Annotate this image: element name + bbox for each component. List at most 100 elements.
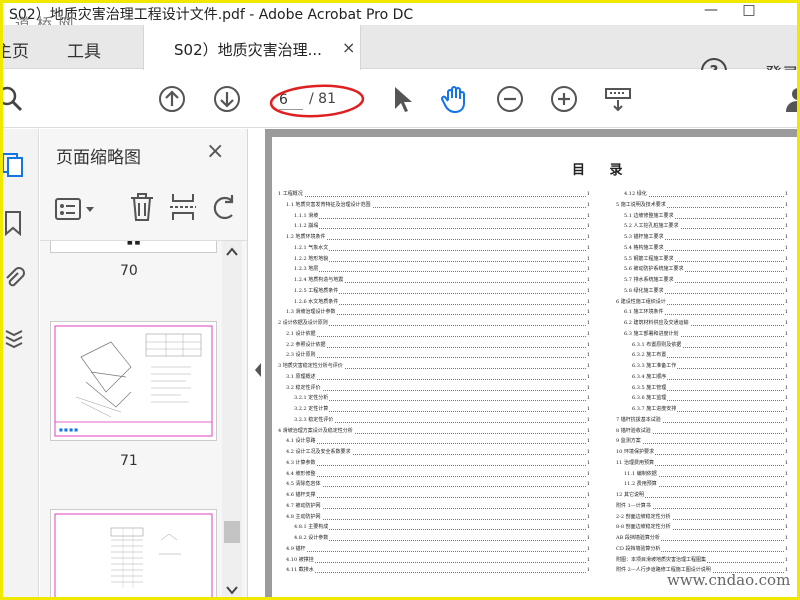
tab-close-icon[interactable]: × [342,38,355,57]
toc-entry[interactable]: 6.3.3 施工准备工作 1 [632,362,788,371]
toc-entry[interactable]: 1.1.2 崩塌 1 [294,222,590,232]
layers-icon[interactable] [3,323,25,351]
toc-entry[interactable]: 4.6 锚杆支撑 1 [286,491,590,500]
toc-entry[interactable]: 3.2.3 稳定性评价 1 [294,415,590,425]
toc-entry[interactable]: 11 治理费用预算 1 [616,458,788,468]
toc-entry[interactable]: 5.3 锚杆施工要求 1 [624,233,788,242]
toc-entry[interactable]: 6.3.6 施工监理 1 [632,394,788,404]
zoom-in-icon[interactable] [549,84,579,114]
tab-document[interactable]: S02）地质灾害治理... × [143,25,361,70]
toc-entry[interactable]: 4.11 截排水 1 [286,566,590,576]
toc-entry[interactable]: 11.1 编制依据 1 [624,469,788,479]
attachment-icon[interactable] [3,265,25,293]
toc-entry[interactable]: 1.2.6 水文地质条件 1 [294,297,590,307]
toc-entry[interactable]: 12 其它说明 1 [616,491,788,500]
toc-entry[interactable]: 5.7 排水系统施工要求 1 [624,276,788,285]
toc-entry[interactable]: 4.9 锚杆 1 [286,544,590,554]
tab-home[interactable]: 主页 [3,37,29,62]
page-thumbnails-icon[interactable] [3,151,25,179]
toc-entry[interactable]: AB 段挡墙验算分析 1 [616,534,788,543]
toc-entry[interactable]: 6.3.4 施工顺序 1 [632,372,788,382]
toc-entry[interactable]: 6.3.5 施工管理 1 [632,383,788,393]
panel-close-icon[interactable]: × [206,139,224,164]
toc-entry[interactable]: 3.1 原理概述 1 [286,372,590,382]
rotate-icon[interactable] [210,193,240,223]
thumbnail-page-71[interactable]: ■ ■ ■ ■ [50,321,217,441]
toc-entry[interactable]: 附件 1—计算书 1 [616,501,788,511]
toc-entry[interactable]: 6.3.1 布置原则及依据 1 [632,340,788,350]
toc-entry[interactable]: 2.1 设计依据 1 [286,329,590,339]
toc-entry[interactable]: 4.7 被动防护网 1 [286,501,590,511]
toc-entry[interactable]: 10 环境保护要求 1 [616,448,788,457]
toc-entry[interactable]: 5.1 边坡修整施工要求 1 [624,211,788,221]
document-view[interactable]: 目 录 1 工程概况 1 1.1 地质灾害发育特征及治理设计范围 1 1.1.1 滑坡 1… [265,129,797,597]
toc-entry[interactable]: 6.3.7 施工进度安排 1 [632,405,788,414]
scrollbar-thumb[interactable] [224,521,240,543]
toc-entry[interactable]: 6.1 施工环境条件 1 [624,308,788,318]
toc-entry[interactable]: 11.2 费用预算 1 [624,480,788,490]
hand-tool-icon[interactable] [439,84,469,114]
minimize-button[interactable]: — [693,3,729,25]
toc-entry[interactable]: 2 设计依据及设计原则 1 [278,319,590,328]
toc-entry[interactable]: 3.2.1 定性分析 1 [294,394,590,404]
thumbnail-page-72[interactable] [50,509,217,597]
toc-entry[interactable]: 1.2.1 气象水文 1 [294,243,590,253]
toc-entry[interactable]: 1.1.1 滑坡 1 [294,211,590,221]
toc-entry[interactable]: 1.1 地质灾害发育特征及治理设计范围 1 [286,200,590,210]
toc-entry[interactable]: 1 工程概况 1 [278,190,590,199]
toc-entry[interactable]: 5.5 钢筋工程施工要求 1 [624,254,788,264]
search-icon[interactable] [0,84,25,114]
toc-entry[interactable]: 5.4 格构施工要求 1 [624,243,788,253]
toc-entry[interactable]: 5 施工说明及技术要求 1 [616,200,788,210]
toc-entry[interactable]: 4 滑坡治理方案设计及稳定性分析 1 [278,426,590,436]
toc-entry[interactable]: 1.2.5 工程地质条件 1 [294,286,590,296]
toc-entry[interactable]: 5.6 被动防护系统施工要求 1 [624,265,788,275]
toc-entry[interactable]: 4.8.2 设计参数 1 [294,534,590,543]
toc-entry[interactable]: 3.2 稳定性评价 1 [286,383,590,393]
delete-icon[interactable] [128,191,156,223]
toc-entry[interactable]: CD 段挡墙验算分析 1 [616,544,788,554]
toc-entry[interactable]: 6.2 建筑材料供应及交通运输 1 [624,319,788,328]
toc-entry[interactable]: 1.3 滑坡治理设计参数 1 [286,308,590,318]
toc-entry[interactable]: 4.3 计算参数 1 [286,458,590,468]
toc-entry[interactable]: 4.10 被撑挂 1 [286,555,590,565]
toc-entry[interactable]: 8 锚杆验收试验 1 [616,426,788,436]
toc-entry[interactable]: 4.8 主动防护网 1 [286,512,590,522]
user-icon[interactable] [783,84,800,114]
toc-entry[interactable]: 8-8 剖面边坡稳定性分析 1 [616,523,788,533]
toc-entry[interactable]: 4.5 清除危岩体 1 [286,480,590,490]
toc-entry[interactable]: 4.2 设计工况及安全系数要求 1 [286,448,590,457]
toc-entry[interactable]: 4.4 坡形修整 1 [286,469,590,479]
prev-page-icon[interactable] [157,84,187,114]
toc-entry[interactable]: 7 锚杆抗拔基本试验 1 [616,415,788,425]
collapse-panel-icon[interactable] [253,361,263,379]
next-page-icon[interactable] [212,84,242,114]
toc-entry[interactable]: 6.3 施工部署和进度计划 1 [624,329,788,339]
tab-tools[interactable]: 工具 [67,37,101,62]
toc-entry[interactable]: 2.3 设计原则 1 [286,351,590,361]
options-menu-icon[interactable] [54,197,100,223]
bookmarks-icon[interactable] [3,209,25,237]
scroll-up-icon[interactable] [226,247,238,257]
toc-entry[interactable]: 1.2.4 地质构造与地震 1 [294,276,590,285]
toc-entry[interactable]: 4.1 设计思路 1 [286,437,590,447]
thumbnail-page-70[interactable]: ■ ■ [50,241,217,253]
toc-entry[interactable]: 4.12 绿化 1 [624,190,788,199]
toc-entry[interactable]: 2.2 参照设计依据 1 [286,340,590,350]
toc-entry[interactable]: 1.2 地质环境条件 1 [286,233,590,242]
zoom-out-icon[interactable] [495,84,525,114]
toc-entry[interactable]: 5.8 绿化施工要求 1 [624,286,788,296]
toc-entry[interactable]: 3.2.2 定性计算 1 [294,405,590,414]
toc-entry[interactable]: 1.2.3 地层 1 [294,265,590,275]
toc-entry[interactable]: 4.8.1 主要构成 1 [294,523,590,533]
select-cursor-icon[interactable] [387,84,417,114]
scroll-down-icon[interactable] [226,585,238,595]
maximize-button[interactable]: □ [731,3,767,25]
thumbnail-scrollbar[interactable] [222,241,242,597]
toc-entry[interactable]: 附图：本项目滑坡地质灾害治理工程图集 1 [616,555,788,565]
toc-entry[interactable]: 5.2 人工挖孔桩施工要求 1 [624,222,788,232]
split-page-icon[interactable] [170,191,196,223]
toc-entry[interactable]: 3 地质灾害稳定性分析与评价 1 [278,362,590,371]
toc-entry[interactable]: 2-2 剖面边坡稳定性分析 1 [616,512,788,522]
toc-entry[interactable]: 6 建设性施工组织设计 1 [616,297,788,307]
